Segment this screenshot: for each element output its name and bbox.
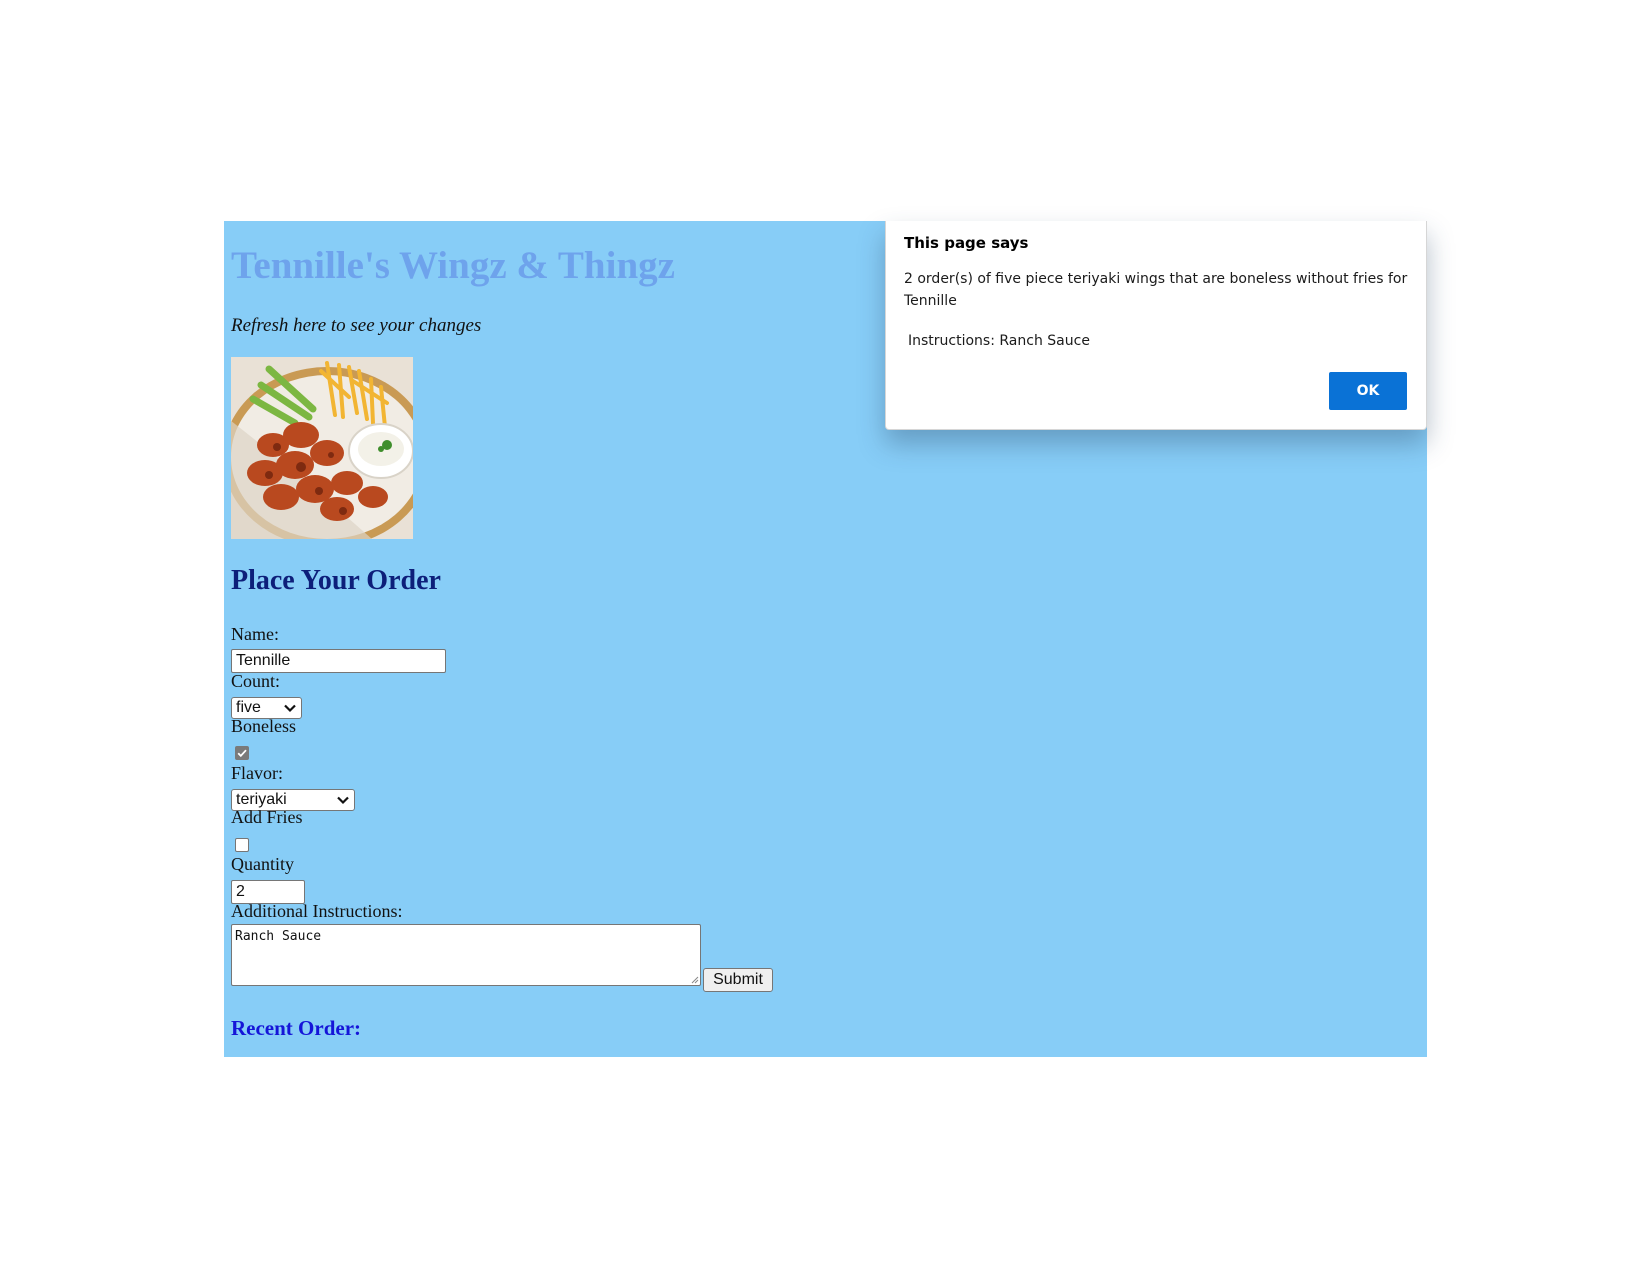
wings-food-image xyxy=(231,357,413,539)
fries-label: Add Fries xyxy=(231,807,303,827)
dialog-instructions: Instructions: Ranch Sauce xyxy=(908,333,1090,349)
screen: Tennille's Wingz & Thingz Refresh here t… xyxy=(0,0,1650,1275)
count-select-value: five xyxy=(236,699,261,716)
flavor-label: Flavor: xyxy=(231,763,283,783)
chevron-down-icon xyxy=(284,704,296,713)
chevron-down-icon xyxy=(337,796,349,805)
flavor-select-value: teriyaki xyxy=(236,791,287,808)
count-label: Count: xyxy=(231,671,281,691)
site-title: Tennille's Wingz & Thingz xyxy=(231,244,675,287)
alert-dialog: This page says 2 order(s) of five piece … xyxy=(885,221,1427,430)
instructions-textarea[interactable]: Ranch Sauce xyxy=(231,924,701,986)
dialog-title: This page says xyxy=(904,234,1029,252)
recent-order-heading: Recent Order: xyxy=(231,1016,362,1040)
name-input[interactable]: Tennille xyxy=(231,649,446,673)
instructions-label: Additional Instructions: xyxy=(231,901,403,921)
fries-checkbox[interactable] xyxy=(235,838,249,852)
submit-button[interactable]: Submit xyxy=(703,968,773,992)
resize-grip-icon[interactable] xyxy=(690,975,699,984)
place-order-heading: Place Your Order xyxy=(231,565,441,596)
instructions-text: Ranch Sauce xyxy=(235,929,322,944)
ok-button[interactable]: OK xyxy=(1329,372,1407,410)
dialog-message: 2 order(s) of five piece teriyaki wings … xyxy=(904,271,1408,309)
name-label: Name: xyxy=(231,624,279,644)
boneless-checkbox[interactable] xyxy=(235,746,249,760)
boneless-label: Boneless xyxy=(231,716,296,736)
quantity-label: Quantity xyxy=(231,854,294,874)
refresh-link[interactable]: Refresh here to see your changes xyxy=(231,315,481,337)
checkmark-icon xyxy=(237,749,247,758)
